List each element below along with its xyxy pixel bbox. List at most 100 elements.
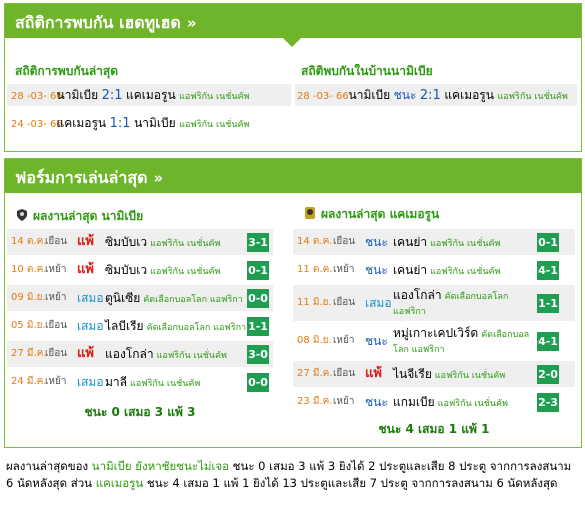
h2h-recent-row[interactable]: 28 -03- 66 นามิเบีย 2:1 แคเมอรูน แอฟริกั…	[7, 84, 291, 106]
score-badge[interactable]: 0-0	[247, 289, 269, 308]
h2h-recent-row[interactable]: 24 -03- 66 แคเมอรูน 1:1 นามิเบีย แอฟริกั…	[7, 112, 291, 134]
match-venue: เยือน	[333, 297, 356, 308]
match-date: 09 มิ.ย.	[11, 292, 46, 303]
competition-name: แอฟริกัน เนชั่นคัพ	[156, 351, 227, 361]
competition-name: แอฟริกัน เนชั่นคัพ	[437, 399, 508, 409]
opponent-block: มาลี แอฟริกัน เนชั่นคัพ	[105, 369, 249, 395]
competition-name: คัดเลือกบอลโลก แอฟริกา	[143, 295, 243, 305]
opponent-block: ไนจีเรีย แอฟริกัน เนชั่นคัพ	[393, 361, 531, 387]
match-date: 27 มี.ค.	[297, 368, 333, 379]
h2h-recent-heading: สถิติการพบกันล่าสุด	[15, 64, 119, 78]
opponent-name[interactable]: เคนย่า	[393, 235, 427, 249]
match-date: 24 มี.ค.	[11, 376, 47, 387]
opponent-block: ตูนิเซีย คัดเลือกบอลโลก แอฟริกา	[105, 285, 249, 311]
competition-name: แอฟริกัน เนชั่นคัพ	[150, 267, 221, 277]
match-venue: เยือน	[45, 320, 68, 331]
form-row[interactable]: 11 มิ.ย. เยือน เสมอ แองโกล่า คัดเลือกบอลโลก …	[293, 285, 575, 321]
score-badge[interactable]: 3-1	[247, 233, 269, 252]
namibia-form-heading: ผลงานล่าสุด นามิเบีย	[15, 207, 143, 223]
match-venue: เหย้า	[333, 335, 355, 346]
h2h-title-bar: สถิติการพบกัน เฮดทูเฮด »	[5, 4, 581, 47]
form-row[interactable]: 27 มี.ค. เยือน แพ้ แองโกล่า แอฟริกัน เนชั่นค…	[7, 341, 273, 367]
form-row[interactable]: 08 มิ.ย. เหย้า ชนะ หมู่เกาะเคปเวิร์ด คัดเลือ…	[293, 323, 575, 359]
cameroon-form-list: 14 ต.ค. เยือน ชนะ เคนย่า แอฟริกัน เนชั่นคัพ 0…	[293, 229, 575, 429]
score-badge[interactable]: 0-1	[247, 261, 269, 280]
score-badge[interactable]: 1-1	[537, 294, 559, 313]
match-venue: เหย้า	[333, 396, 355, 407]
form-row[interactable]: 11 ต.ค. เหย้า ชนะ เคนย่า แอฟริกัน เนชั่นคัพ 4…	[293, 257, 575, 283]
opponent-block: แกมเบีย แอฟริกัน เนชั่นคัพ	[393, 389, 531, 415]
cameroon-link[interactable]: แคเมอรูน	[96, 476, 144, 490]
form-row[interactable]: 09 มิ.ย. เหย้า เสมอ ตูนิเซีย คัดเลือกบอลโลก …	[7, 285, 273, 311]
match-result: ชนะ	[365, 263, 388, 277]
match-result: เสมอ	[77, 291, 104, 305]
competition-name: แอฟริกัน เนชั่นคัพ	[430, 267, 501, 277]
match-result: ชนะ	[365, 235, 388, 249]
h2h-panel: สถิติการพบกัน เฮดทูเฮด » สถิติการพบกันล่า…	[4, 3, 582, 152]
score-badge[interactable]: 3-0	[247, 345, 269, 364]
opponent-name[interactable]: มาลี	[105, 375, 127, 389]
form-row[interactable]: 27 มี.ค. เยือน แพ้ ไนจีเรีย แอฟริกัน เนชั่นค…	[293, 361, 575, 387]
opponent-name[interactable]: ไลบีเรีย	[105, 319, 144, 333]
match-date: 11 ต.ค.	[297, 264, 333, 275]
match-venue: เยือน	[45, 348, 68, 359]
score-badge[interactable]: 2-0	[537, 365, 559, 384]
match-result: ชนะ	[365, 395, 388, 409]
match-date: 08 มิ.ย.	[297, 335, 332, 346]
form-row[interactable]: 05 มิ.ย. เยือน เสมอ ไลบีเรีย คัดเลือกบอลโลก …	[7, 313, 273, 339]
match-date: 23 มี.ค.	[297, 396, 333, 407]
form-row[interactable]: 10 ต.ค. เหย้า แพ้ ซิมบับเว แอฟริกัน เนชั่นคั…	[7, 257, 273, 283]
double-chevron-icon: »	[186, 14, 197, 32]
match-result: ชนะ	[365, 334, 388, 348]
namibia-form-list: 14 ต.ค. เยือน แพ้ ซิมบับเว แอฟริกัน เนชั่นคั…	[7, 229, 273, 429]
match-result: เสมอ	[77, 319, 104, 333]
match-venue: เหย้า	[45, 376, 67, 387]
opponent-name[interactable]: ซิมบับเว	[105, 235, 147, 249]
form-row[interactable]: 14 ต.ค. เยือน แพ้ ซิมบับเว แอฟริกัน เนชั่นคั…	[7, 229, 273, 255]
opponent-name[interactable]: ตูนิเซีย	[105, 291, 140, 305]
form-row[interactable]: 14 ต.ค. เยือน ชนะ เคนย่า แอฟริกัน เนชั่นคัพ 0…	[293, 229, 575, 255]
double-chevron-icon: »	[153, 169, 164, 187]
opponent-name[interactable]: หมู่เกาะเคปเวิร์ด	[393, 326, 478, 340]
score-badge[interactable]: 2-3	[537, 393, 559, 412]
match-date: 05 มิ.ย.	[11, 320, 46, 331]
match-venue: เยือน	[45, 236, 68, 247]
cameroon-form-summary: ชนะ 4 เสมอ 1 แพ้ 1	[378, 422, 490, 436]
opponent-name[interactable]: แองโกล่า	[105, 347, 154, 361]
form-title-bar: ฟอร์มการเล่นล่าสุด »	[5, 159, 581, 193]
match-result: แพ้	[77, 262, 94, 277]
opponent-name[interactable]: ซิมบับเว	[105, 263, 147, 277]
opponent-block: แองโกล่า แอฟริกัน เนชั่นคัพ	[105, 341, 249, 367]
opponent-name[interactable]: ไนจีเรีย	[393, 367, 432, 381]
competition-name: คัดเลือกบอลโลก แอฟริกา	[146, 323, 247, 333]
h2h-home-row[interactable]: 28 -03- 66 นามิเบีย ชนะ 2:1 แคเมอรูน แอฟ…	[295, 84, 577, 106]
competition-name: แอฟริกัน เนชั่นคัพ	[150, 239, 221, 249]
opponent-block: เคนย่า แอฟริกัน เนชั่นคัพ	[393, 257, 531, 283]
match-date: 14 ต.ค.	[11, 236, 47, 247]
opponent-block: แองโกล่า คัดเลือกบอลโลก แอฟริกา	[393, 289, 531, 319]
form-row[interactable]: 24 มี.ค. เหย้า เสมอ มาลี แอฟริกัน เนชั่นคัพ 0…	[7, 369, 273, 395]
match-result: เสมอ	[77, 375, 104, 389]
opponent-name[interactable]: แองโกล่า	[393, 288, 442, 302]
opponent-block: ซิมบับเว แอฟริกัน เนชั่นคัพ	[105, 257, 249, 283]
match-venue: เหย้า	[45, 264, 67, 275]
score-badge[interactable]: 4-1	[537, 261, 559, 280]
match-date: 10 ต.ค.	[11, 264, 47, 275]
opponent-name[interactable]: เคนย่า	[393, 263, 427, 277]
score-badge[interactable]: 4-1	[537, 332, 559, 351]
namibia-link[interactable]: นามิเบีย ยังหาชัยชนะไม่เจอ	[92, 459, 229, 473]
match-result: เสมอ	[365, 296, 392, 310]
h2h-title: สถิติการพบกัน เฮดทูเฮด	[15, 13, 181, 32]
match-result: แพ้	[365, 366, 382, 381]
score-badge[interactable]: 1-1	[247, 317, 269, 336]
form-row[interactable]: 23 มี.ค. เหย้า ชนะ แกมเบีย แอฟริกัน เนชั่นคั…	[293, 389, 575, 415]
match-result: แพ้	[77, 234, 94, 249]
form-title: ฟอร์มการเล่นล่าสุด	[15, 168, 148, 187]
opponent-name[interactable]: แกมเบีย	[393, 395, 435, 409]
namibia-flag-icon	[15, 209, 29, 221]
cameroon-crest-icon	[303, 206, 317, 220]
score-badge[interactable]: 0-0	[247, 373, 269, 392]
opponent-block: หมู่เกาะเคปเวิร์ด คัดเลือกบอลโลก แอฟริกา	[393, 327, 531, 357]
namibia-form-summary: ชนะ 0 เสมอ 3 แพ้ 3	[84, 405, 196, 419]
score-badge[interactable]: 0-1	[537, 233, 559, 252]
